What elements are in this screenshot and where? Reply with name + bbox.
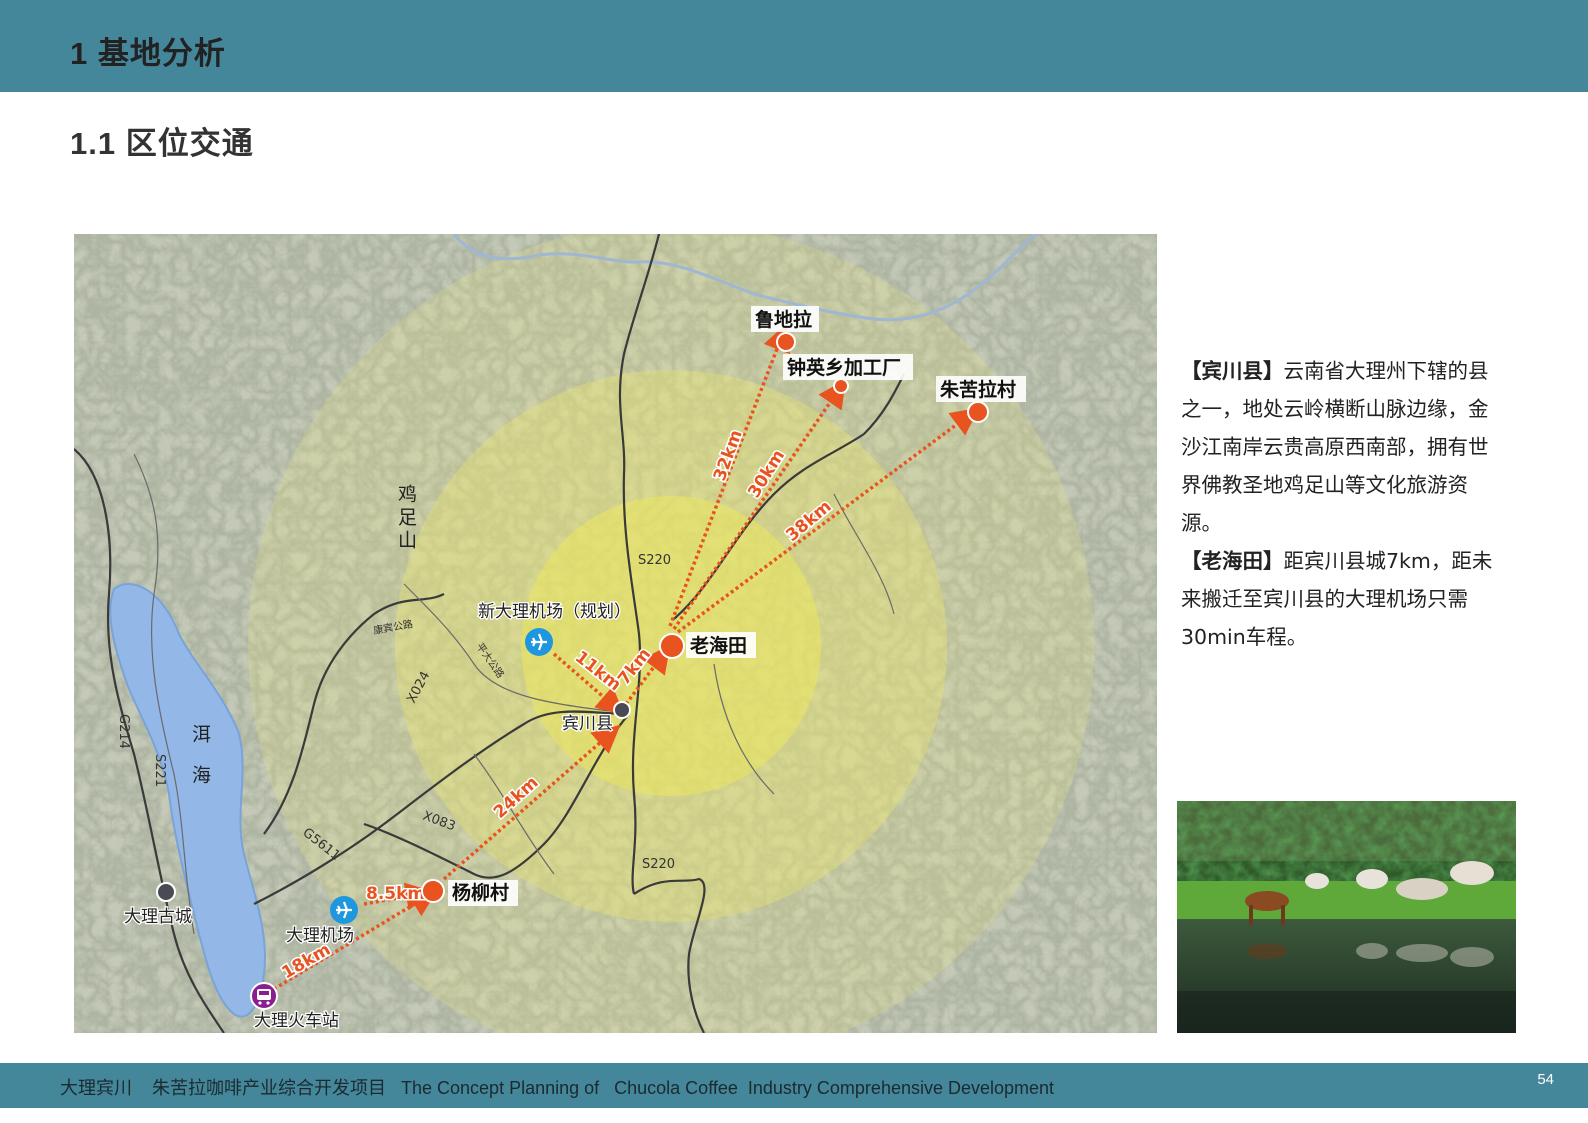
desc-line: 距宾川县城7km，距未 (1283, 549, 1493, 573)
label-ludila: 鲁地拉 (754, 308, 812, 331)
desc-line: 30min车程。 (1181, 625, 1308, 649)
page-number: 54 (1537, 1071, 1554, 1088)
desc-head-binchuan: 【宾川县】 (1181, 359, 1284, 383)
desc-line: 界佛教圣地鸡足山等文化旅游资 (1181, 473, 1468, 497)
marker-zhongying (833, 378, 849, 394)
location-map: S220 S220 X024 X083 G5611 G214 S221 康宾公路… (74, 234, 1157, 1033)
label-binchuan: 宾川县 (562, 714, 613, 734)
airplane-icon (330, 896, 358, 924)
dist-8-5km: 8.5km (366, 884, 425, 904)
road-label-s220-top: S220 (638, 553, 671, 568)
desc-line: 之一，地处云岭横断山脉边缘，金 (1181, 397, 1489, 421)
label-erhai: 洱海 (189, 724, 211, 806)
header-bar: 1 基地分析 (0, 0, 1588, 92)
marker-yangliu (421, 879, 445, 903)
marker-dali-oldtown (156, 882, 176, 902)
label-dali-station: 大理火车站 (254, 1011, 339, 1031)
desc-line: 来搬迁至宾川县的大理机场只需 (1181, 587, 1468, 611)
airplane-icon (525, 628, 553, 656)
marker-laohaitian (659, 633, 685, 659)
road-label-g214: G214 (116, 714, 131, 749)
label-jizushan: 鸡足山 (395, 484, 417, 553)
section-title: 1.1 区位交通 (70, 126, 254, 161)
footer-text: 大理宾川 朱苦拉咖啡产业综合开发项目 The Concept Planning … (60, 1078, 1055, 1098)
road-label-s220-bottom: S220 (642, 857, 675, 872)
desc-head-laohaitian: 【老海田】 (1181, 549, 1284, 573)
description-text: 【宾川县】云南省大理州下辖的县 之一，地处云岭横断山脉边缘，金 沙江南岸云贵高原… (1181, 352, 1511, 656)
label-new-airport: 新大理机场（规划） (478, 602, 631, 622)
footer-bar: 大理宾川 朱苦拉咖啡产业综合开发项目 The Concept Planning … (0, 1063, 1588, 1108)
label-laohaitian: 老海田 (690, 634, 747, 657)
desc-line: 云南省大理州下辖的县 (1283, 359, 1489, 383)
desc-line: 源。 (1181, 511, 1222, 535)
label-yangliu: 杨柳村 (452, 881, 509, 904)
cattle-photo (1177, 801, 1516, 1033)
train-icon (250, 982, 278, 1010)
label-zhukula: 朱苦拉村 (940, 378, 1016, 401)
label-dali-oldtown: 大理古城 (124, 907, 192, 927)
label-dali-airport: 大理机场 (286, 926, 354, 946)
marker-binchuan (613, 701, 631, 719)
marker-ludila (776, 332, 796, 352)
page-title: 1 基地分析 (70, 36, 226, 71)
desc-line: 沙江南岸云贵高原西南部，拥有世 (1181, 435, 1489, 459)
marker-zhukula (967, 401, 989, 423)
road-label-s221: S221 (152, 754, 167, 787)
label-zhongying: 钟英乡加工厂 (787, 356, 901, 379)
